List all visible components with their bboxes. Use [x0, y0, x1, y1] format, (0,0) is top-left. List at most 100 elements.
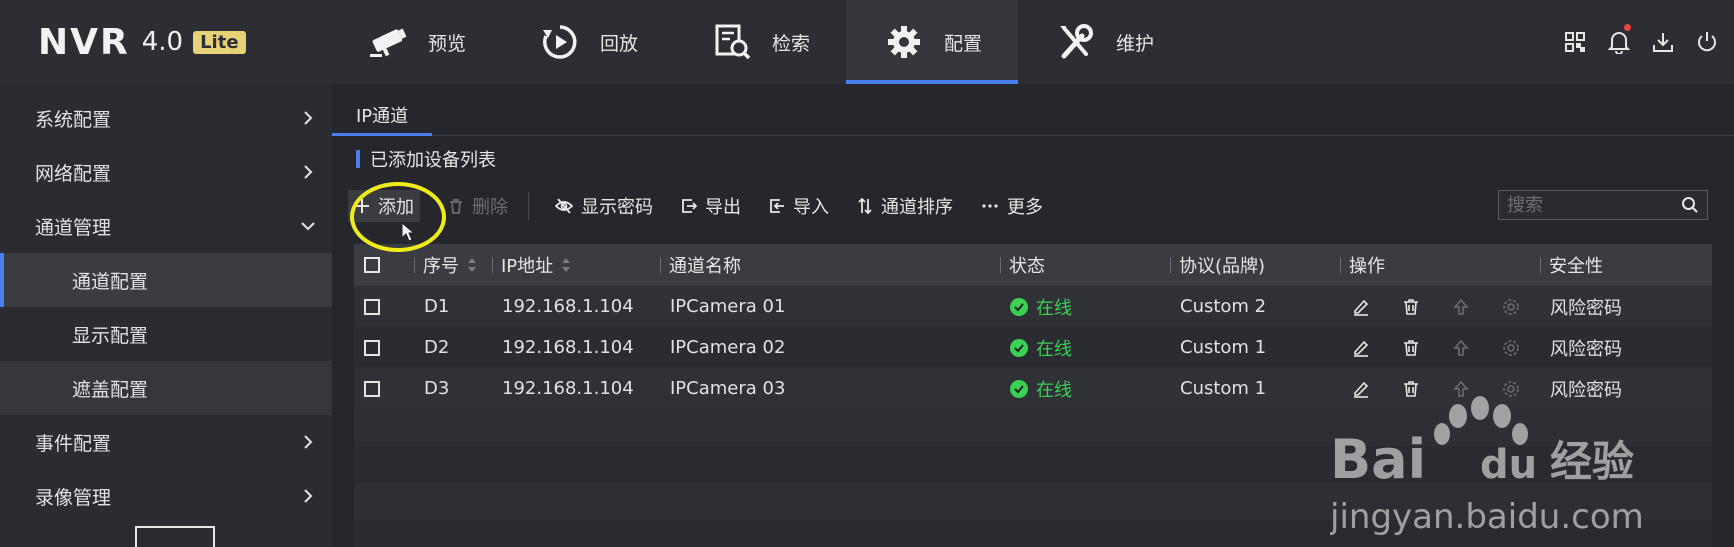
table-row[interactable]: D2 192.168.1.104 IPCamera 02 在线 Custom 1…	[354, 327, 1712, 368]
table-row[interactable]: D1 192.168.1.104 IPCamera 01 在线 Custom 2…	[354, 286, 1712, 327]
sidebar-item-system[interactable]: 系统配置	[0, 91, 332, 145]
cell-ip: 192.168.1.104	[502, 296, 634, 317]
device-table: 序号 IP地址 通道名称 状态 协议(品牌) 操作 安全性 D1 192.168…	[354, 244, 1712, 547]
edit-icon[interactable]	[1350, 296, 1372, 318]
edit-icon[interactable]	[1350, 337, 1372, 359]
sidebar-item-channel-config[interactable]: 通道配置	[0, 253, 332, 307]
settings-icon[interactable]	[1500, 378, 1522, 400]
power-icon[interactable]	[1694, 22, 1720, 62]
cell-status: 在线	[1010, 286, 1072, 327]
sidebar-item-display-config[interactable]: 显示配置	[0, 307, 332, 361]
trash-icon[interactable]	[1400, 337, 1422, 359]
header-label: 协议(品牌)	[1179, 256, 1266, 277]
export-button[interactable]: 导出	[681, 190, 741, 222]
cell-ip: 192.168.1.104	[502, 378, 634, 399]
app-logo: NVR 4.0 Lite	[38, 20, 246, 64]
upload-arrow-icon[interactable]	[1450, 296, 1472, 318]
table-body: D1 192.168.1.104 IPCamera 01 在线 Custom 2…	[354, 286, 1712, 547]
header-protocol: 协议(品牌)	[1170, 244, 1265, 286]
cell-security: 风险密码	[1550, 379, 1622, 401]
empty-row	[354, 483, 1712, 520]
check-circle-icon	[1010, 379, 1028, 398]
row-checkbox[interactable]	[364, 298, 380, 315]
nav-config[interactable]: 配置	[846, 0, 1018, 84]
upload-arrow-icon[interactable]	[1450, 378, 1472, 400]
cell-protocol: Custom 1	[1180, 378, 1267, 399]
trash-icon[interactable]	[1400, 378, 1422, 400]
show-password-button[interactable]: 显示密码	[555, 190, 653, 222]
trash-icon	[450, 199, 462, 214]
cell-ops	[1350, 368, 1522, 409]
highlight-circle	[350, 182, 446, 252]
cell-security: 风险密码	[1550, 297, 1622, 319]
sort-icon	[858, 197, 872, 215]
header-status: 状态	[1000, 244, 1045, 286]
sidebar-item-label: 录像管理	[35, 486, 112, 509]
mouse-cursor-icon	[401, 222, 415, 242]
playback-icon	[538, 20, 582, 64]
nav-maintenance[interactable]: 维护	[1018, 0, 1190, 84]
header-checkbox-cell	[364, 244, 380, 286]
row-checkbox[interactable]	[364, 380, 380, 397]
sidebar-item-channel-manage[interactable]: 通道管理	[0, 199, 332, 253]
sidebar-item-event[interactable]: 事件配置	[0, 415, 332, 469]
settings-icon[interactable]	[1500, 296, 1522, 318]
chevron-right-icon	[304, 165, 313, 179]
sidebar-item-network[interactable]: 网络配置	[0, 145, 332, 199]
top-bar: NVR 4.0 Lite 预览 回放 检索 配置 维护	[0, 0, 1734, 84]
header-label: 安全性	[1549, 256, 1603, 277]
tab-ip-channel[interactable]: IP通道	[332, 96, 432, 136]
trash-icon[interactable]	[1400, 296, 1422, 318]
search-doc-icon	[710, 20, 754, 64]
nav-search[interactable]: 检索	[674, 0, 846, 84]
sidebar-item-mask-config[interactable]: 遮盖配置	[0, 361, 332, 415]
more-label: 更多	[1007, 197, 1043, 218]
empty-row	[354, 446, 1712, 483]
row-checkbox[interactable]	[364, 339, 380, 356]
header-index[interactable]: 序号	[414, 244, 477, 286]
tab-bar: IP通道	[332, 84, 1734, 136]
select-all-checkbox[interactable]	[364, 257, 380, 273]
table-row[interactable]: D3 192.168.1.104 IPCamera 03 在线 Custom 1…	[354, 368, 1712, 409]
import-label: 导入	[793, 197, 829, 218]
nav-playback[interactable]: 回放	[502, 0, 674, 84]
nav-label: 预览	[427, 32, 466, 55]
delete-button[interactable]: 删除	[448, 190, 508, 222]
settings-icon[interactable]	[1500, 337, 1522, 359]
sidebar: 系统配置 网络配置 通道管理 通道配置 显示配置 遮盖配置 事件配置 录像管理	[0, 84, 332, 547]
toolbar-divider	[528, 192, 529, 220]
status-text: 在线	[1036, 379, 1072, 401]
header-ip[interactable]: IP地址	[492, 244, 571, 286]
sidebar-item-label: 事件配置	[35, 432, 112, 455]
search-input[interactable]	[1507, 194, 1681, 216]
chevron-down-icon	[301, 222, 315, 231]
export-icon	[682, 199, 697, 213]
more-button[interactable]: 更多	[981, 190, 1043, 222]
bell-icon[interactable]	[1606, 22, 1632, 62]
chevron-right-icon	[304, 111, 313, 125]
edit-icon[interactable]	[1350, 378, 1372, 400]
search-icon[interactable]	[1681, 196, 1699, 214]
upload-arrow-icon[interactable]	[1450, 337, 1472, 359]
more-icon	[982, 204, 998, 208]
show-password-label: 显示密码	[581, 197, 653, 218]
channel-sort-button[interactable]: 通道排序	[857, 190, 953, 222]
channel-sort-label: 通道排序	[881, 197, 953, 218]
eye-off-icon	[555, 198, 573, 214]
sidebar-item-label: 网络配置	[35, 162, 112, 185]
top-tools	[1562, 22, 1720, 62]
import-button[interactable]: 导入	[769, 190, 829, 222]
download-icon[interactable]	[1650, 22, 1676, 62]
table-header: 序号 IP地址 通道名称 状态 协议(品牌) 操作 安全性	[354, 244, 1712, 286]
nav-preview[interactable]: 预览	[330, 0, 502, 84]
main-content: IP通道 已添加设备列表 添加 删除 显示密码 导出 导入 通道排序 更多 搜索…	[332, 84, 1734, 547]
cell-index: D1	[424, 296, 450, 317]
qr-code-icon[interactable]	[1562, 22, 1588, 62]
sort-arrows-icon	[468, 258, 476, 272]
nav-label: 维护	[1115, 32, 1154, 55]
sidebar-item-record[interactable]: 录像管理	[0, 469, 332, 523]
nav-label: 配置	[943, 32, 982, 55]
import-icon	[770, 199, 784, 213]
main-nav: 预览 回放 检索 配置 维护	[330, 0, 1190, 84]
sort-arrows-icon	[562, 258, 571, 272]
